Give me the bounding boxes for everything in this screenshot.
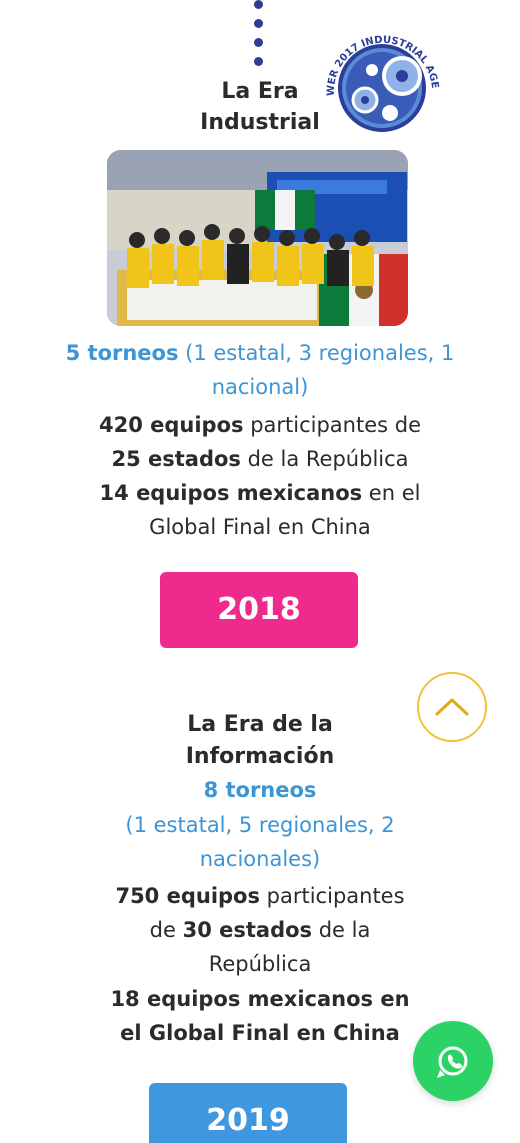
teams-2017: 420 equipos participantes de [60,408,460,442]
teams-2018: 750 equipos participantes [60,879,460,913]
global-final-2017: 14 equipos mexicanos en el Global Final … [95,476,425,544]
timeline-dot [254,38,263,47]
global-final-2018: 18 equipos mexicanos en el Global Final … [60,982,460,1050]
tournaments-detail-line: nacionales) [199,847,321,871]
chevron-up-icon [435,698,469,716]
whatsapp-chat-button[interactable] [413,1021,493,1101]
era-title-line: Información [185,744,335,769]
era-title-2017: La Era Industrial [180,76,340,138]
tournaments-2018: 8 torneos [203,778,317,802]
global-final-count: 14 equipos mexicanos [99,481,363,505]
tournaments-detail-2018: (1 estatal, 5 regionales, 2 nacionales) [60,808,460,876]
year-2019-button[interactable]: 2019 [149,1083,347,1143]
states-text: de la República [240,447,409,471]
tournaments-count: 5 torneos [65,341,179,365]
era-title-line: Industrial [200,110,320,135]
states-prefix: de [149,918,183,942]
teams-count: 750 equipos [115,884,260,908]
republica-2018: República [208,952,312,976]
teams-count: 420 equipos [98,413,244,437]
states-2018: de 30 estados de la [60,913,460,947]
global-final-line: 18 equipos mexicanos en [110,987,410,1011]
timeline-dot [254,57,263,66]
states-count: 30 estados [182,918,313,942]
year-2018-button[interactable]: 2018 [160,572,358,648]
whatsapp-icon [437,1046,468,1078]
states-count: 25 estados [111,447,241,471]
states-text: de la [312,918,371,942]
states-2017: 25 estados de la República [60,442,460,476]
teams-text: participantes [259,884,405,908]
global-final-line: el Global Final en China [120,1021,400,1045]
timeline-dot [254,0,263,9]
scroll-to-top-button[interactable] [417,672,487,742]
timeline-dot [254,19,263,28]
tournaments-detail: (1 estatal, 3 regionales, 1 nacional) [178,341,455,399]
tournaments-2017: 5 torneos (1 estatal, 3 regionales, 1 na… [60,336,460,404]
wer-2017-badge-logo: WER 2017 INDUSTRIAL AGE [326,35,440,132]
tournaments-detail-line: (1 estatal, 5 regionales, 2 [125,813,395,837]
teams-text: participantes de [243,413,422,437]
era-title-line: La Era [221,79,299,104]
team-photo-china [107,150,408,326]
era-title-line: La Era de la [187,712,333,737]
era-title-2018: La Era de la Información [110,709,410,773]
